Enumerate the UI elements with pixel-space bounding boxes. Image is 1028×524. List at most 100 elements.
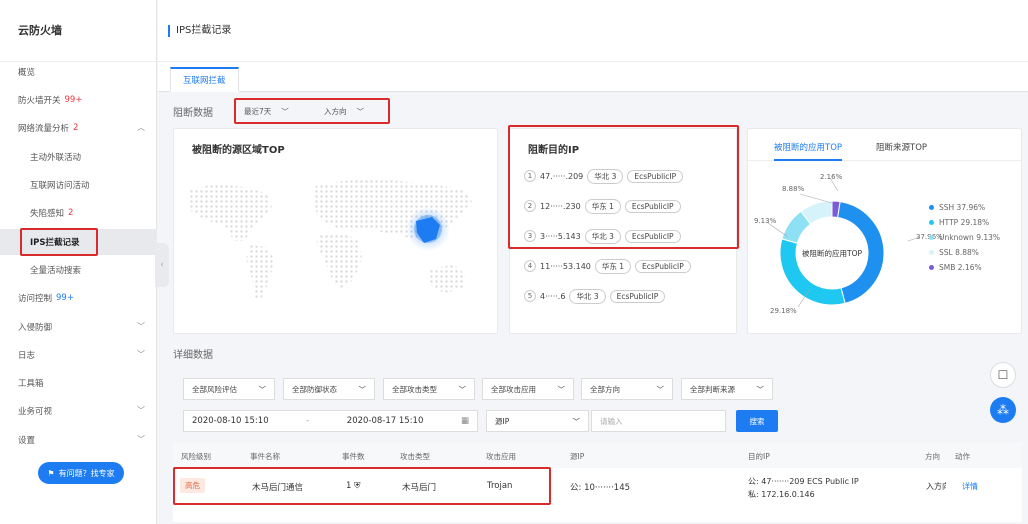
sidebar-item-label: 访问控制 xyxy=(18,294,53,304)
chevron-down-icon: ﹀ xyxy=(137,435,145,444)
page-title: IPS拦截记录 xyxy=(168,25,231,37)
chevron-down-icon: ﹀ xyxy=(358,384,367,394)
legend-item: Unknown 9.13% xyxy=(929,233,1000,242)
apps-menu-button[interactable]: ⁂ xyxy=(990,397,1016,423)
chevron-down-icon: ﹀ xyxy=(137,350,145,359)
legend-item: SSL 8.88% xyxy=(929,248,979,257)
sidebar-title: 云防火墙 xyxy=(0,0,156,62)
count-badge: 99+ xyxy=(56,293,74,303)
legend-label: HTTP 29.18% xyxy=(939,218,990,227)
column-header: 目的IP xyxy=(748,452,770,461)
sidebar-item-compromise-detection[interactable]: 失陷感知 2 xyxy=(0,200,157,226)
sidebar-item-internet-access[interactable]: 互联网访问活动 xyxy=(0,172,157,198)
sidebar-item-label: 概览 xyxy=(18,68,36,78)
defense-status-select[interactable]: 全部防御状态 ﹀ xyxy=(283,378,375,400)
direction-filter-select[interactable]: 全部方向 ﹀ xyxy=(581,378,673,400)
sidebar-item-firewall-switch[interactable]: 防火墙开关 99+ xyxy=(0,87,157,113)
sidebar-item-label: 主动外联活动 xyxy=(30,153,82,163)
chevron-left-icon: ‹ xyxy=(160,260,164,270)
region-tag: 华东 1 xyxy=(594,258,632,274)
sidebar-item-logs[interactable]: 日志 ﹀ xyxy=(0,342,157,368)
region-tag: 华北 3 xyxy=(569,288,606,304)
column-header: 风险级别 xyxy=(181,452,211,461)
detail-link[interactable]: 详情 xyxy=(962,481,978,492)
region-card: 被阻断的源区域TOP xyxy=(173,128,498,334)
select-value: 全部风险评估 xyxy=(192,384,237,394)
sidebar-item-access-control[interactable]: 访问控制 99+ xyxy=(0,285,157,311)
table-header xyxy=(173,442,1022,468)
legend-dot xyxy=(929,220,934,225)
tab-bar: 互联网拦截 xyxy=(158,62,1028,92)
chevron-down-icon: ﹀ xyxy=(656,384,665,394)
legend-label: SSL 8.88% xyxy=(939,248,979,257)
column-header: 攻击应用 xyxy=(486,452,516,461)
attack-type-select[interactable]: 全部攻击类型 ﹀ xyxy=(383,378,475,400)
chevron-down-icon: ﹀ xyxy=(137,406,145,415)
feedback-button[interactable]: ☐ xyxy=(990,362,1016,388)
date-range-picker[interactable]: 2020-08-10 15:10 - 2020-08-17 15:10 ▦ xyxy=(183,410,478,432)
chevron-up-icon: ︿ xyxy=(137,123,145,132)
legend-label: Unknown 9.13% xyxy=(939,233,1001,242)
legend-item: HTTP 29.18% xyxy=(929,218,989,227)
chevron-down-icon: ﹀ xyxy=(756,384,765,394)
highlight-box xyxy=(20,228,98,256)
attack-app-select[interactable]: 全部攻击应用 ﹀ xyxy=(482,378,574,400)
type-tag: EcsPublicIP xyxy=(635,259,691,273)
slice-label: 2.16% xyxy=(820,173,843,181)
sidebar-collapse-handle[interactable]: ‹ xyxy=(155,243,169,287)
select-value: 源IP xyxy=(495,416,510,426)
section-title-block-data: 阻断数据 xyxy=(173,108,213,119)
sidebar-item-label: 全量活动搜索 xyxy=(30,266,82,276)
sidebar-item-settings[interactable]: 设置 ﹀ xyxy=(0,427,157,453)
tab-internet-block[interactable]: 互联网拦截 xyxy=(170,67,239,92)
sidebar-item-toolbox[interactable]: 工具箱 xyxy=(0,370,157,396)
ip-type-select[interactable]: 源IP ﹀ xyxy=(486,410,589,432)
sidebar-item-traffic-analysis[interactable]: 网络流量分析 2 ︿ xyxy=(0,115,157,141)
direction: 入方向 xyxy=(926,482,946,491)
legend-dot xyxy=(929,205,934,210)
slice-label: 29.18% xyxy=(770,307,797,315)
search-button[interactable]: 搜索 xyxy=(736,410,778,432)
legend-label: SSH 37.96% xyxy=(939,203,986,212)
legend-dot xyxy=(929,235,934,240)
sidebar-item-intrusion-prevention[interactable]: 入侵防御 ﹀ xyxy=(0,314,157,340)
type-tag: EcsPublicIP xyxy=(609,289,666,303)
risk-filter-select[interactable]: 全部风险评估 ﹀ xyxy=(183,378,275,400)
sidebar-item-label: 日志 xyxy=(18,351,36,361)
column-header: 动作 xyxy=(955,452,970,461)
chevron-down-icon: ﹀ xyxy=(458,384,467,394)
column-header: 方向 xyxy=(925,452,940,461)
dest-public-ip: 公: 47·······209 ECS Public IP xyxy=(748,477,859,486)
help-expert-button[interactable]: ⚑ 有问题？找专家 xyxy=(38,462,124,484)
sidebar-item-label: 工具箱 xyxy=(18,379,44,389)
select-value: 全部方向 xyxy=(590,384,620,394)
sidebar-item-business-visibility[interactable]: 业务可视 ﹀ xyxy=(0,398,157,424)
sidebar-item-overview[interactable]: 概览 xyxy=(0,59,157,85)
donut-center-label: 被阻断的应用TOP xyxy=(802,248,862,258)
date-end: 2020-08-17 15:10 xyxy=(346,416,424,426)
select-value: 全部攻击应用 xyxy=(491,384,536,394)
highlight-box xyxy=(508,125,739,249)
ip-address: 11·····53.140 xyxy=(540,261,591,271)
legend-item: SMB 2.16% xyxy=(929,263,982,272)
sidebar-item-label: 互联网访问活动 xyxy=(30,181,90,191)
count-badge: 2 xyxy=(68,208,74,218)
date-start: 2020-08-10 15:10 xyxy=(192,416,269,426)
column-header: 攻击类型 xyxy=(400,452,430,461)
sidebar-item-label: 防火墙开关 xyxy=(18,96,61,106)
slice-label: 8.88% xyxy=(782,185,805,193)
highlight-box xyxy=(234,98,390,124)
help-button-label: 有问题？找专家 xyxy=(58,468,115,478)
search-input[interactable]: 请输入 xyxy=(591,410,726,432)
column-header: 事件数 xyxy=(342,452,365,461)
date-separator: - xyxy=(306,416,310,426)
chevron-down-icon: ﹀ xyxy=(557,384,566,394)
column-header: 源IP xyxy=(570,452,585,461)
select-value: 全部判断来源 xyxy=(690,384,735,394)
sidebar-item-full-search[interactable]: 全量活动搜索 xyxy=(0,257,157,283)
page-header: IPS拦截记录 xyxy=(158,0,1028,62)
legend-dot xyxy=(929,250,934,255)
sidebar-item-label: 网络流量分析 xyxy=(18,124,70,134)
source-filter-select[interactable]: 全部判断来源 ﹀ xyxy=(681,378,773,400)
sidebar-item-outbound-activity[interactable]: 主动外联活动 xyxy=(0,144,157,170)
